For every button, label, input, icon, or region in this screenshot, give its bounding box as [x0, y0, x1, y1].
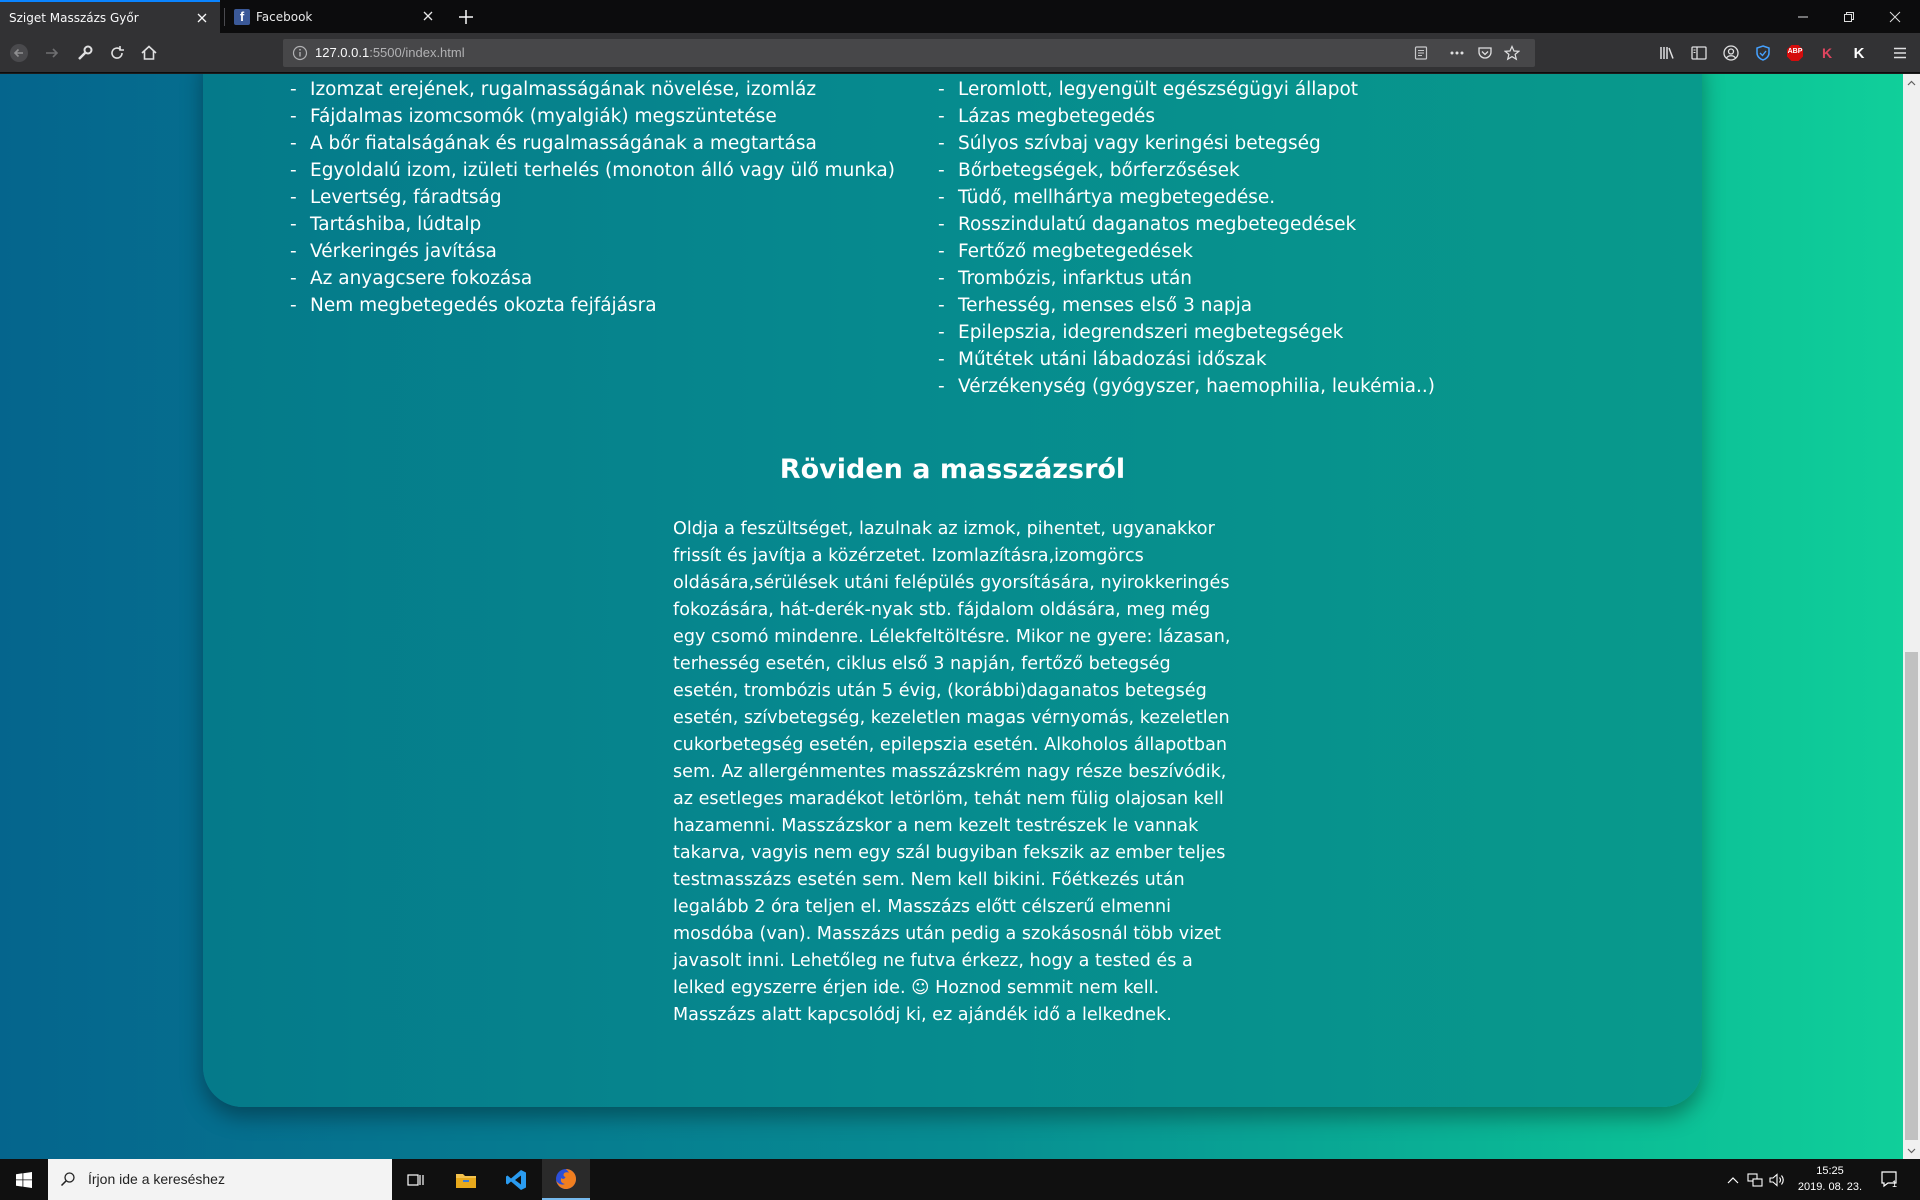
list-item: Levertség, fáradtság — [288, 184, 895, 211]
task-view-icon[interactable] — [392, 1159, 440, 1200]
vertical-scrollbar[interactable] — [1903, 74, 1920, 1159]
extension-k-label: K — [1853, 44, 1865, 62]
list-item: Tartáshiba, lúdtalp — [288, 211, 895, 238]
url-path: :5500/index.html — [369, 45, 465, 60]
more-actions-icon[interactable] — [1449, 45, 1465, 65]
list-item: Izomzat erejének, rugalmasságának növelé… — [288, 76, 895, 103]
volume-icon[interactable] — [1768, 1171, 1786, 1189]
wrench-icon[interactable] — [75, 43, 95, 63]
close-window-icon[interactable] — [1872, 0, 1918, 33]
extension-k-red-icon[interactable]: K — [1817, 43, 1837, 63]
windows-taskbar: Írjon ide a kereséshez 15:25 2019. 08. 2… — [0, 1159, 1920, 1200]
restore-icon[interactable] — [1826, 0, 1872, 33]
facebook-favicon-icon: f — [234, 8, 250, 25]
system-clock[interactable]: 15:25 2019. 08. 23. — [1788, 1163, 1872, 1195]
list-item: Vérzékenység (gyógyszer, haemophilia, le… — [936, 373, 1435, 400]
list-item: Fertőző megbetegedések — [936, 238, 1435, 265]
tab-bar: Sziget Masszázs Győr f Facebook — [0, 0, 1920, 33]
home-icon[interactable] — [139, 43, 159, 63]
site-info-icon[interactable] — [292, 45, 308, 65]
list-item: Műtétek utáni lábadozási időszak — [936, 346, 1435, 373]
pocket-icon[interactable] — [1477, 45, 1493, 65]
list-item: Rosszindulatú daganatos megbetegedések — [936, 211, 1435, 238]
minimize-icon[interactable] — [1780, 0, 1826, 33]
adblock-label: ABP — [1787, 48, 1803, 55]
clock-time: 15:25 — [1816, 1165, 1844, 1177]
file-explorer-icon[interactable] — [442, 1159, 490, 1200]
search-placeholder: Írjon ide a kereséshez — [88, 1171, 225, 1187]
list-item: Terhesség, menses első 3 napja — [936, 292, 1435, 319]
list-item: Lázas megbetegedés — [936, 103, 1435, 130]
menu-icon[interactable] — [1890, 43, 1910, 63]
clock-date: 2019. 08. 23. — [1797, 1181, 1863, 1193]
list-item: Vérkeringés javítása — [288, 238, 895, 265]
scroll-up-icon[interactable] — [1903, 74, 1920, 91]
address-bar[interactable]: 127.0.0.1:5500/index.html — [283, 39, 1535, 67]
show-hidden-icons-icon[interactable] — [1724, 1171, 1742, 1189]
list-item: Leromlott, legyengült egészségügyi állap… — [936, 76, 1435, 103]
new-tab-icon[interactable] — [455, 6, 477, 28]
contraindications-list: Leromlott, legyengült egészségügyi állap… — [936, 76, 1435, 400]
library-icon[interactable] — [1657, 43, 1677, 63]
adblock-icon[interactable]: ABP — [1785, 43, 1805, 63]
sidebar-icon[interactable] — [1689, 43, 1709, 63]
vscode-icon[interactable] — [492, 1159, 540, 1200]
bookmark-star-icon[interactable] — [1503, 45, 1521, 65]
page-viewport: Izomzat erejének, rugalmasságának növelé… — [0, 74, 1903, 1159]
firefox-icon[interactable] — [542, 1159, 590, 1200]
close-tab-icon[interactable] — [194, 10, 210, 26]
list-item: Nem megbetegedés okozta fejfájásra — [288, 292, 895, 319]
url-text: 127.0.0.1:5500/index.html — [315, 45, 465, 60]
shield-icon[interactable] — [1753, 43, 1773, 63]
list-item: Egyoldalú izom, izületi terhelés (monoto… — [288, 157, 895, 184]
scroll-down-icon[interactable] — [1903, 1142, 1920, 1159]
list-item: Bőrbetegségek, bőrferzősések — [936, 157, 1435, 184]
list-item: Fájdalmas izomcsomók (myalgiák) megszünt… — [288, 103, 895, 130]
reader-view-icon[interactable] — [1413, 45, 1429, 65]
list-item: Súlyos szívbaj vagy keringési betegség — [936, 130, 1435, 157]
tab-sziget-masszazs[interactable]: Sziget Masszázs Győr — [0, 0, 220, 33]
close-tab-icon[interactable] — [420, 8, 436, 24]
extension-k-red-label: K — [1821, 45, 1833, 61]
tab-title: Sziget Masszázs Győr — [9, 10, 139, 25]
list-item: Tüdő, mellhártya megbetegedése. — [936, 184, 1435, 211]
back-icon[interactable] — [9, 43, 29, 63]
start-windows-icon[interactable] — [0, 1159, 48, 1200]
list-item: Trombózis, infarktus után — [936, 265, 1435, 292]
notification-count: 1 — [1892, 1179, 1898, 1189]
scrollbar-thumb[interactable] — [1905, 652, 1918, 1140]
tab-facebook[interactable]: f Facebook — [226, 0, 446, 33]
notification-center-icon[interactable]: 1 — [1880, 1170, 1898, 1189]
tab-title: Facebook — [256, 9, 313, 24]
url-host: 127.0.0.1 — [315, 45, 370, 60]
list-item: A bőr fiatalságának és rugalmasságának a… — [288, 130, 895, 157]
account-icon[interactable] — [1721, 43, 1741, 63]
reload-icon[interactable] — [107, 43, 127, 63]
network-icon[interactable] — [1746, 1171, 1764, 1189]
content-card: Izomzat erejének, rugalmasságának növelé… — [203, 74, 1702, 1107]
indications-list: Izomzat erejének, rugalmasságának növelé… — [288, 76, 895, 319]
about-paragraph: Oldja a feszültséget, lazulnak az izmok,… — [673, 519, 1231, 1025]
tab-separator — [224, 8, 225, 26]
forward-icon[interactable] — [42, 43, 62, 63]
search-icon — [60, 1171, 76, 1191]
about-title: Röviden a masszázsról — [779, 454, 1126, 485]
navigation-toolbar: 127.0.0.1:5500/index.html ABP K K — [0, 33, 1920, 73]
extension-k-icon[interactable]: K — [1849, 43, 1869, 63]
list-item: Az anyagcsere fokozása — [288, 265, 895, 292]
taskbar-search-input[interactable]: Írjon ide a kereséshez — [48, 1159, 392, 1200]
list-item: Epilepszia, idegrendszeri megbetegségek — [936, 319, 1435, 346]
